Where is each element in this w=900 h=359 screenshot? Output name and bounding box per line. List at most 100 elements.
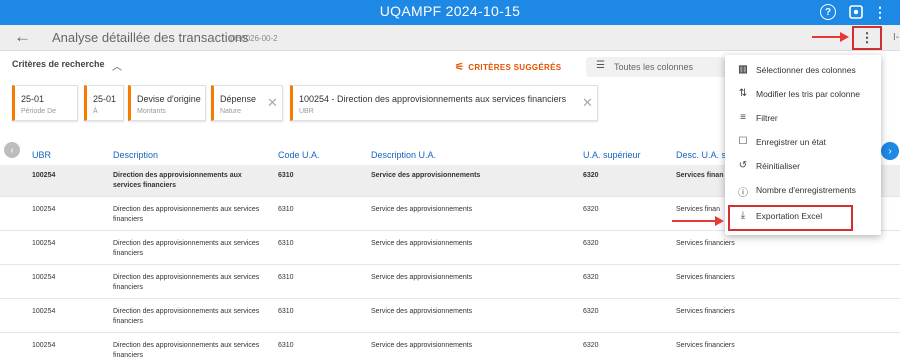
cell-code-ua: 6310 xyxy=(278,274,294,281)
columns-icon: ▥ xyxy=(738,64,748,75)
annotation-arrow-head xyxy=(840,32,849,42)
cell-ubr: 100254 xyxy=(32,206,56,213)
chip-nature[interactable]: Dépense Nature ✕ xyxy=(211,85,283,121)
app-title: UQAMPF 2024-10-15 xyxy=(379,3,521,19)
cell-desc-ua-sup: Services financiers xyxy=(676,308,735,315)
cell-desc-ua-sup: Services financiers xyxy=(676,240,735,247)
suggested-criteria-label: CRITÈRES SUGGÉRÉS xyxy=(468,63,562,72)
bookmark-icon: ☐ xyxy=(738,136,748,147)
page-title: Analyse détaillée des transactions xyxy=(52,30,249,45)
menu-item-label: Sélectionner des colonnes xyxy=(756,65,856,75)
cell-desc-ua-sup: Services financiers xyxy=(676,274,735,281)
table-row[interactable]: 100254 Direction des approvisionnements … xyxy=(0,301,900,333)
app-bar: UQAMPF 2024-10-15 ? ⋮ xyxy=(0,0,900,25)
chip-amounts[interactable]: Devise d'origine Montants xyxy=(128,85,206,121)
menu-item-sort[interactable]: ⇅ Modifier les tris par colonne xyxy=(725,83,881,107)
cell-ubr: 100254 xyxy=(32,274,56,281)
menu-item-save-state[interactable]: ☐ Enregistrer un état xyxy=(725,131,881,155)
chip-label: Montants xyxy=(137,108,166,115)
criteria-label: Critères de recherche xyxy=(12,59,105,69)
menu-item-label: Nombre d'enregistrements xyxy=(756,185,856,195)
edge-text: I- xyxy=(893,32,900,43)
menu-item-label: Modifier les tris par colonne xyxy=(756,89,860,99)
cell-description: Direction des approvisionnements aux ser… xyxy=(113,274,260,291)
columns-select[interactable]: ☰ Toutes les colonnes xyxy=(586,57,731,77)
chip-ubr[interactable]: 100254 - Direction des approvisionnement… xyxy=(290,85,598,121)
app-more-icon[interactable]: ⋮ xyxy=(872,4,888,20)
column-header-ubr[interactable]: UBR xyxy=(32,150,51,160)
column-header-desc-ua-sup[interactable]: Desc. U.A. s xyxy=(676,150,726,160)
cell-ubr: 100254 xyxy=(32,342,56,349)
back-arrow-icon[interactable]: ← xyxy=(14,27,31,47)
chip-label: Période De xyxy=(21,108,57,115)
table-row[interactable]: 100254 Direction des approvisionnements … xyxy=(0,335,900,359)
menu-item-filter[interactable]: ≡ Filtrer xyxy=(725,107,881,131)
cell-ua-superieur: 6320 xyxy=(583,206,599,213)
cell-code-ua: 6310 xyxy=(278,308,294,315)
menu-item-label: Filtrer xyxy=(756,113,778,123)
page-header: ← Analyse détaillée des transactions DB0… xyxy=(0,25,900,51)
cell-ua-superieur: 6320 xyxy=(583,308,599,315)
chip-value: Devise d'origine xyxy=(137,94,201,104)
columns-select-label: Toutes les colonnes xyxy=(614,62,694,72)
settings-icon[interactable] xyxy=(848,4,864,20)
cell-ua-superieur: 6320 xyxy=(583,240,599,247)
menu-item-label: Enregistrer un état xyxy=(756,137,826,147)
cell-desc-ua-sup: Services finan xyxy=(676,172,724,179)
cell-description-ua: Service des approvisionnements xyxy=(371,342,473,349)
chevron-up-icon[interactable]: ︿ xyxy=(112,58,122,73)
cell-description-ua: Service des approvisionnements xyxy=(371,206,473,213)
remove-chip-icon[interactable]: ✕ xyxy=(267,95,278,111)
chip-value: 25-01 xyxy=(21,94,45,104)
chip-value: Dépense xyxy=(220,94,257,104)
chip-label: À xyxy=(93,108,98,115)
cell-ua-superieur: 6320 xyxy=(583,342,599,349)
annotation-arrow-line xyxy=(672,220,717,222)
cell-ua-superieur: 6320 xyxy=(583,172,599,179)
cell-description-ua: Service des approvisionnements xyxy=(371,274,473,281)
chip-period-to[interactable]: 25-01 À xyxy=(84,85,124,121)
cell-ubr: 100254 xyxy=(32,308,56,315)
cell-ua-superieur: 6320 xyxy=(583,274,599,281)
column-header-description-ua[interactable]: Description U.A. xyxy=(371,150,436,160)
cell-code-ua: 6310 xyxy=(278,342,294,349)
cell-desc-ua-sup: Services financiers xyxy=(676,342,735,349)
scroll-right-icon[interactable]: › xyxy=(881,142,899,160)
column-header-ua-superieur[interactable]: U.A. supérieur xyxy=(583,150,641,160)
menu-item-select-columns[interactable]: ▥ Sélectionner des colonnes xyxy=(725,59,881,83)
chip-value: 100254 - Direction des approvisionnement… xyxy=(299,94,567,104)
reset-icon: ↺ xyxy=(738,160,748,171)
cell-description: Direction des approvisionnements aux ser… xyxy=(113,342,260,359)
chip-period-from[interactable]: 25-01 Période De xyxy=(12,85,78,121)
help-icon[interactable]: ? xyxy=(820,4,836,20)
tune-icon: ⚟ xyxy=(455,62,465,73)
cell-description: Direction des approvisionnements aux ser… xyxy=(113,240,260,257)
annotation-arrow-head xyxy=(715,216,724,226)
cell-description-ua: Service des approvisionnements xyxy=(371,172,481,179)
more-options-button[interactable]: ⋮ xyxy=(852,26,882,50)
cell-desc-ua-sup: Services finan xyxy=(676,206,720,213)
cell-code-ua: 6310 xyxy=(278,206,294,213)
column-header-code-ua[interactable]: Code U.A. xyxy=(278,150,320,160)
table-row[interactable]: 100254 Direction des approvisionnements … xyxy=(0,267,900,299)
filter-icon: ≡ xyxy=(740,112,746,123)
suggested-criteria-button[interactable]: ⚟ CRITÈRES SUGGÉRÉS xyxy=(455,62,561,73)
cell-description-ua: Service des approvisionnements xyxy=(371,240,473,247)
cell-description-ua: Service des approvisionnements xyxy=(371,308,473,315)
cell-code-ua: 6310 xyxy=(278,172,294,179)
list-icon: ☰ xyxy=(596,60,605,71)
page-code: DB0026-00-2 xyxy=(230,34,278,43)
column-header-description[interactable]: Description xyxy=(113,150,158,160)
annotation-arrow-line xyxy=(812,36,842,38)
cell-description: Direction des approvisionnements aux ser… xyxy=(113,172,242,189)
chip-label: Nature xyxy=(220,108,242,115)
remove-chip-icon[interactable]: ✕ xyxy=(582,95,593,111)
cell-ubr: 100254 xyxy=(32,172,56,179)
menu-item-record-count[interactable]: ⓘ Nombre d'enregistrements xyxy=(725,179,881,203)
info-icon: ⓘ xyxy=(738,188,748,199)
cell-ubr: 100254 xyxy=(32,240,56,247)
menu-item-label: Réinitialiser xyxy=(756,161,800,171)
scroll-left-icon[interactable]: ‹ xyxy=(4,142,20,158)
menu-item-reset[interactable]: ↺ Réinitialiser xyxy=(725,155,881,179)
table-row[interactable]: 100254 Direction des approvisionnements … xyxy=(0,233,900,265)
